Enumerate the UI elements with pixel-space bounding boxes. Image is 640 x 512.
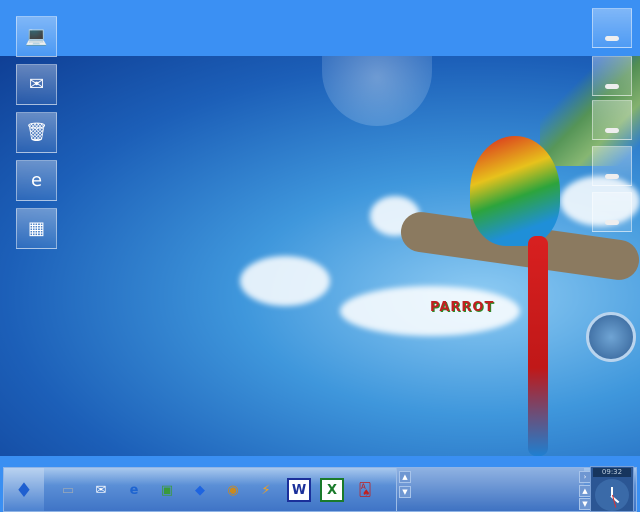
- start-button[interactable]: ♦: [4, 468, 44, 511]
- desktop-shortcut-right[interactable]: [592, 8, 632, 48]
- clock-face: [595, 479, 629, 511]
- shortcut-icon: [605, 174, 619, 179]
- wallpaper: PARROT: [0, 56, 640, 456]
- shortcut-icon: [605, 128, 619, 133]
- scroll-down-button[interactable]: ▼: [399, 486, 411, 498]
- parrot-tail: [528, 236, 548, 456]
- mail-icon: ✉: [28, 74, 45, 95]
- shortcut-icon: [605, 36, 619, 41]
- my-computer-icon: 💻: [25, 26, 48, 47]
- quicklaunch-picture-viewer-icon[interactable]: ▣: [155, 478, 179, 502]
- quicklaunch-mail-icon[interactable]: ✉: [89, 478, 113, 502]
- clock[interactable]: 09:32: [590, 466, 634, 512]
- start-icon: ♦: [15, 477, 33, 502]
- task-area: ▲ ▼ › ▲ ▼: [396, 468, 591, 511]
- desktop-icon-mail[interactable]: ✉: [16, 64, 57, 105]
- desktop-icon-my-computer[interactable]: 💻: [16, 16, 57, 57]
- quicklaunch-diamond-app-icon[interactable]: ◆: [188, 478, 212, 502]
- desktop-top-band: [0, 0, 640, 56]
- clock-time: 09:32: [593, 468, 631, 477]
- recycle-bin-icon: 🗑: [25, 122, 48, 143]
- quicklaunch-media-player-icon[interactable]: ◉: [221, 478, 245, 502]
- moon-graphic: [322, 56, 432, 126]
- desktop-shortcut-right[interactable]: [592, 192, 632, 232]
- taskbar: ♦ ▭ ✉ e ▣ ◆ ◉ ⚡ W X 🂡 ▲ ▼ › ▲ ▼ 09:32: [3, 466, 637, 512]
- quicklaunch-word-icon[interactable]: W: [287, 478, 311, 502]
- scroll-up-button[interactable]: ▲: [399, 471, 411, 483]
- wallpaper-text: PARROT: [430, 300, 495, 315]
- clock-gadget[interactable]: [586, 312, 636, 362]
- quicklaunch-solitaire-icon[interactable]: 🂡: [353, 478, 377, 502]
- shortcut-icon: [605, 220, 619, 225]
- shortcut-icon: [605, 84, 619, 89]
- internet-explorer-icon: e: [30, 170, 43, 191]
- quicklaunch-excel-icon[interactable]: X: [320, 478, 344, 502]
- desktop-shortcut-right[interactable]: [592, 56, 632, 96]
- desktop-icon-recycle-bin[interactable]: 🗑: [16, 112, 57, 153]
- quicklaunch-winamp-icon[interactable]: ⚡: [254, 478, 278, 502]
- desktop-shortcut-right[interactable]: [592, 100, 632, 140]
- parrot-graphic: [470, 136, 560, 246]
- control-panel-icon: ▦: [27, 218, 45, 239]
- quicklaunch-internet-explorer-icon[interactable]: e: [122, 478, 146, 502]
- desktop-icon-control-panel[interactable]: ▦: [16, 208, 57, 249]
- cloud: [240, 256, 330, 306]
- desktop-icon-internet-explorer[interactable]: e: [16, 160, 57, 201]
- desktop-shortcut-right[interactable]: [592, 146, 632, 186]
- quicklaunch-my-computer-icon[interactable]: ▭: [56, 478, 80, 502]
